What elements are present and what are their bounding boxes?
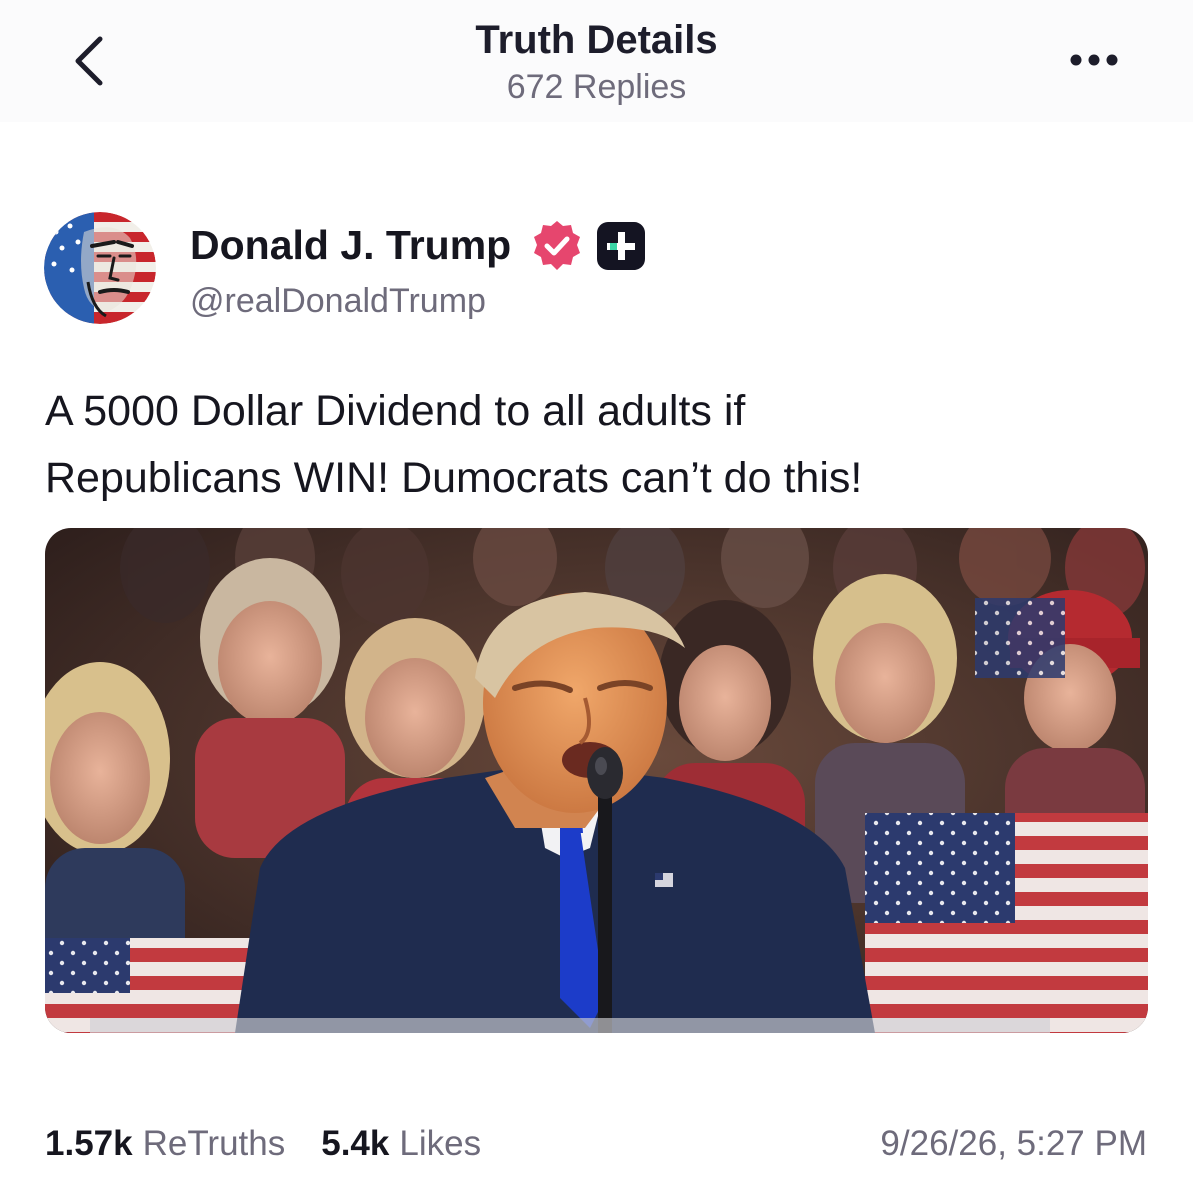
replies-count[interactable]: 672 Replies [0,68,1193,107]
author-handle[interactable]: @realDonaldTrump [190,282,486,321]
likes-count: 5.4k [321,1124,390,1163]
post-text-line: Republicans WIN! Dumocrats can’t do this… [45,454,863,502]
post-timestamp: 9/26/26, 5:27 PM [880,1124,1147,1163]
author-name[interactable]: Donald J. Trump [190,222,511,269]
more-horizontal-icon [1070,54,1118,66]
top-bar: Truth Details 672 Replies [0,0,1193,122]
avatar[interactable] [44,212,156,324]
truth-details-screen: Truth Details 672 Replies Donald J. Trum… [0,0,1193,1200]
likes-stat[interactable]: 5.4k Likes [321,1124,481,1164]
page-title: Truth Details [475,18,718,62]
post-text-line: A 5000 Dollar Dividend to all adults if [45,387,746,435]
post-image[interactable] [45,528,1148,1033]
truth-plus-icon [597,222,645,270]
retruths-label: ReTruths [142,1124,286,1163]
likes-label: Likes [399,1124,482,1163]
verified-badge-icon [534,221,580,270]
post-stats: 1.57k ReTruths 5.4k Likes [45,1124,481,1168]
more-options-button[interactable] [1064,40,1124,80]
rally-photo [45,528,1148,1033]
post-text: A 5000 Dollar Dividend to all adults if … [45,378,1145,512]
avatar-image [44,212,156,324]
retruths-stat[interactable]: 1.57k ReTruths [45,1124,285,1164]
retruths-count: 1.57k [45,1124,133,1163]
